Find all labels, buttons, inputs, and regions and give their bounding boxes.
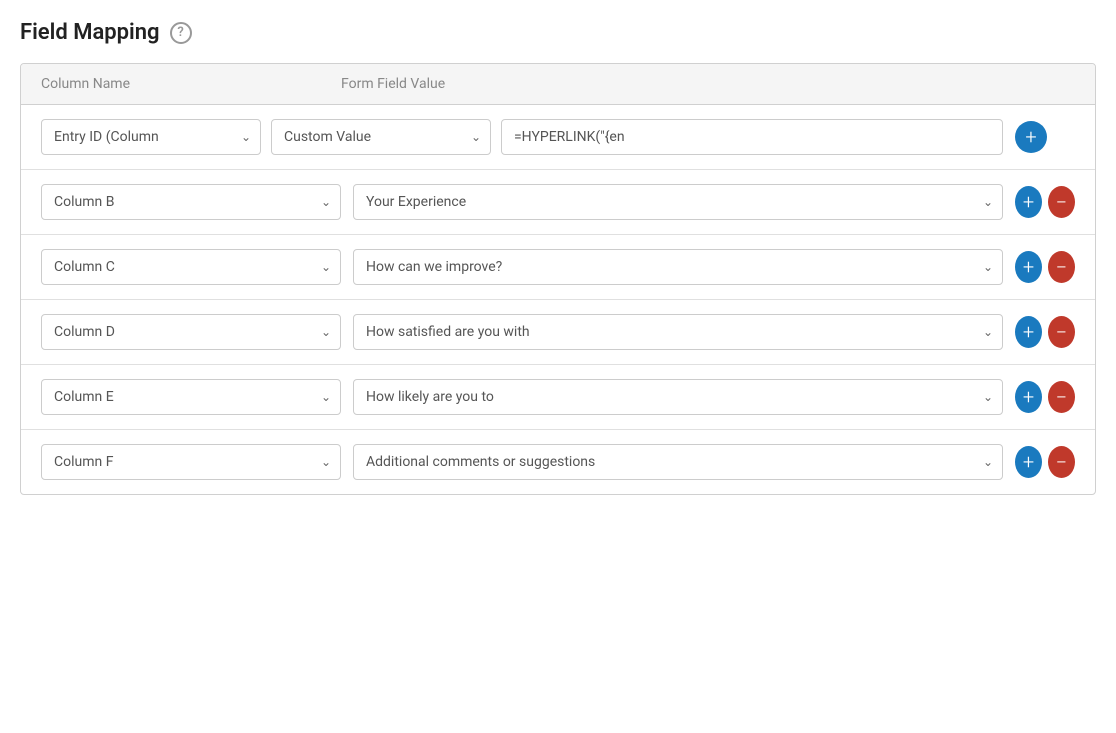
remove-button-row-c[interactable]: − [1048,251,1075,283]
column-select-wrapper-row-f: Column F ⌄ [41,444,341,480]
add-button-row-d[interactable]: + [1015,316,1042,348]
form-field-cell-row-e: How likely are you to ⌄ [353,379,1003,415]
form-field-select-wrapper-row-c: How can we improve? ⌄ [353,249,1003,285]
first-row-fields: Entry ID (Column ⌄ Custom Value ⌄ [41,119,1003,155]
table-header: Column Name Form Field Value [21,64,1095,105]
form-field-value-header: Form Field Value [341,76,1015,92]
column-select-row-c[interactable]: Column C [41,249,341,285]
column-select-wrapper-row-d: Column D ⌄ [41,314,341,350]
column-select-wrapper-row-e: Column E ⌄ [41,379,341,415]
table-row-row-f: Column F ⌄ Additional comments or sugges… [21,430,1095,494]
column-select-row-b[interactable]: Column B [41,184,341,220]
form-field-select-row-f[interactable]: Additional comments or suggestions [353,444,1003,480]
custom-value-select[interactable]: Custom Value [271,119,491,155]
add-button-row-c[interactable]: + [1015,251,1042,283]
field-mapping-table: Column Name Form Field Value Entry ID (C… [20,63,1096,495]
form-field-select-wrapper-row-e: How likely are you to ⌄ [353,379,1003,415]
remove-button-row-f[interactable]: − [1048,446,1075,478]
add-button-row-b[interactable]: + [1015,186,1042,218]
form-field-select-wrapper-row-f: Additional comments or suggestions ⌄ [353,444,1003,480]
form-field-select-wrapper-row-b: Your Experience ⌄ [353,184,1003,220]
form-field-cell-row-c: How can we improve? ⌄ [353,249,1003,285]
entry-id-column-wrapper: Entry ID (Column ⌄ [41,119,261,155]
form-field-select-row-c[interactable]: How can we improve? [353,249,1003,285]
table-row-row-b: Column B ⌄ Your Experience ⌄ + − [21,170,1095,235]
row-actions-row-b: + − [1015,186,1075,218]
column-select-row-e[interactable]: Column E [41,379,341,415]
row-actions-row-e: + − [1015,381,1075,413]
table-row-row-d: Column D ⌄ How satisfied are you with ⌄ … [21,300,1095,365]
column-cell-row-c: Column C ⌄ [41,249,341,285]
help-icon[interactable]: ? [170,22,192,44]
rows-container: Column B ⌄ Your Experience ⌄ + − Column … [21,170,1095,494]
column-cell-row-e: Column E ⌄ [41,379,341,415]
page-title: Field Mapping [20,20,160,45]
custom-value-select-wrapper: Custom Value ⌄ [271,119,491,155]
actions-header [1015,76,1075,92]
page-header: Field Mapping ? [20,20,1096,45]
column-select-row-d[interactable]: Column D [41,314,341,350]
first-row-add-button[interactable]: + [1015,121,1047,153]
column-select-row-f[interactable]: Column F [41,444,341,480]
add-button-row-f[interactable]: + [1015,446,1042,478]
add-button-row-e[interactable]: + [1015,381,1042,413]
row-actions-row-f: + − [1015,446,1075,478]
entry-id-column-select[interactable]: Entry ID (Column [41,119,261,155]
form-field-select-row-d[interactable]: How satisfied are you with [353,314,1003,350]
column-cell-row-d: Column D ⌄ [41,314,341,350]
column-select-wrapper-row-b: Column B ⌄ [41,184,341,220]
row-actions-row-d: + − [1015,316,1075,348]
form-field-cell-row-f: Additional comments or suggestions ⌄ [353,444,1003,480]
remove-button-row-b[interactable]: − [1048,186,1075,218]
table-row-row-c: Column C ⌄ How can we improve? ⌄ + − [21,235,1095,300]
column-select-wrapper-row-c: Column C ⌄ [41,249,341,285]
hyperlink-text-input[interactable] [501,119,1003,155]
row-actions-row-c: + − [1015,251,1075,283]
form-field-cell-row-d: How satisfied are you with ⌄ [353,314,1003,350]
form-field-select-row-b[interactable]: Your Experience [353,184,1003,220]
column-cell-row-b: Column B ⌄ [41,184,341,220]
table-row-first: Entry ID (Column ⌄ Custom Value ⌄ + [21,105,1095,170]
first-row-actions: + [1015,121,1075,153]
table-row-row-e: Column E ⌄ How likely are you to ⌄ + − [21,365,1095,430]
form-field-select-wrapper-row-d: How satisfied are you with ⌄ [353,314,1003,350]
remove-button-row-e[interactable]: − [1048,381,1075,413]
column-cell-row-f: Column F ⌄ [41,444,341,480]
remove-button-row-d[interactable]: − [1048,316,1075,348]
hyperlink-input-wrapper [501,119,1003,155]
column-name-header: Column Name [41,76,341,92]
form-field-cell-row-b: Your Experience ⌄ [353,184,1003,220]
form-field-select-row-e[interactable]: How likely are you to [353,379,1003,415]
